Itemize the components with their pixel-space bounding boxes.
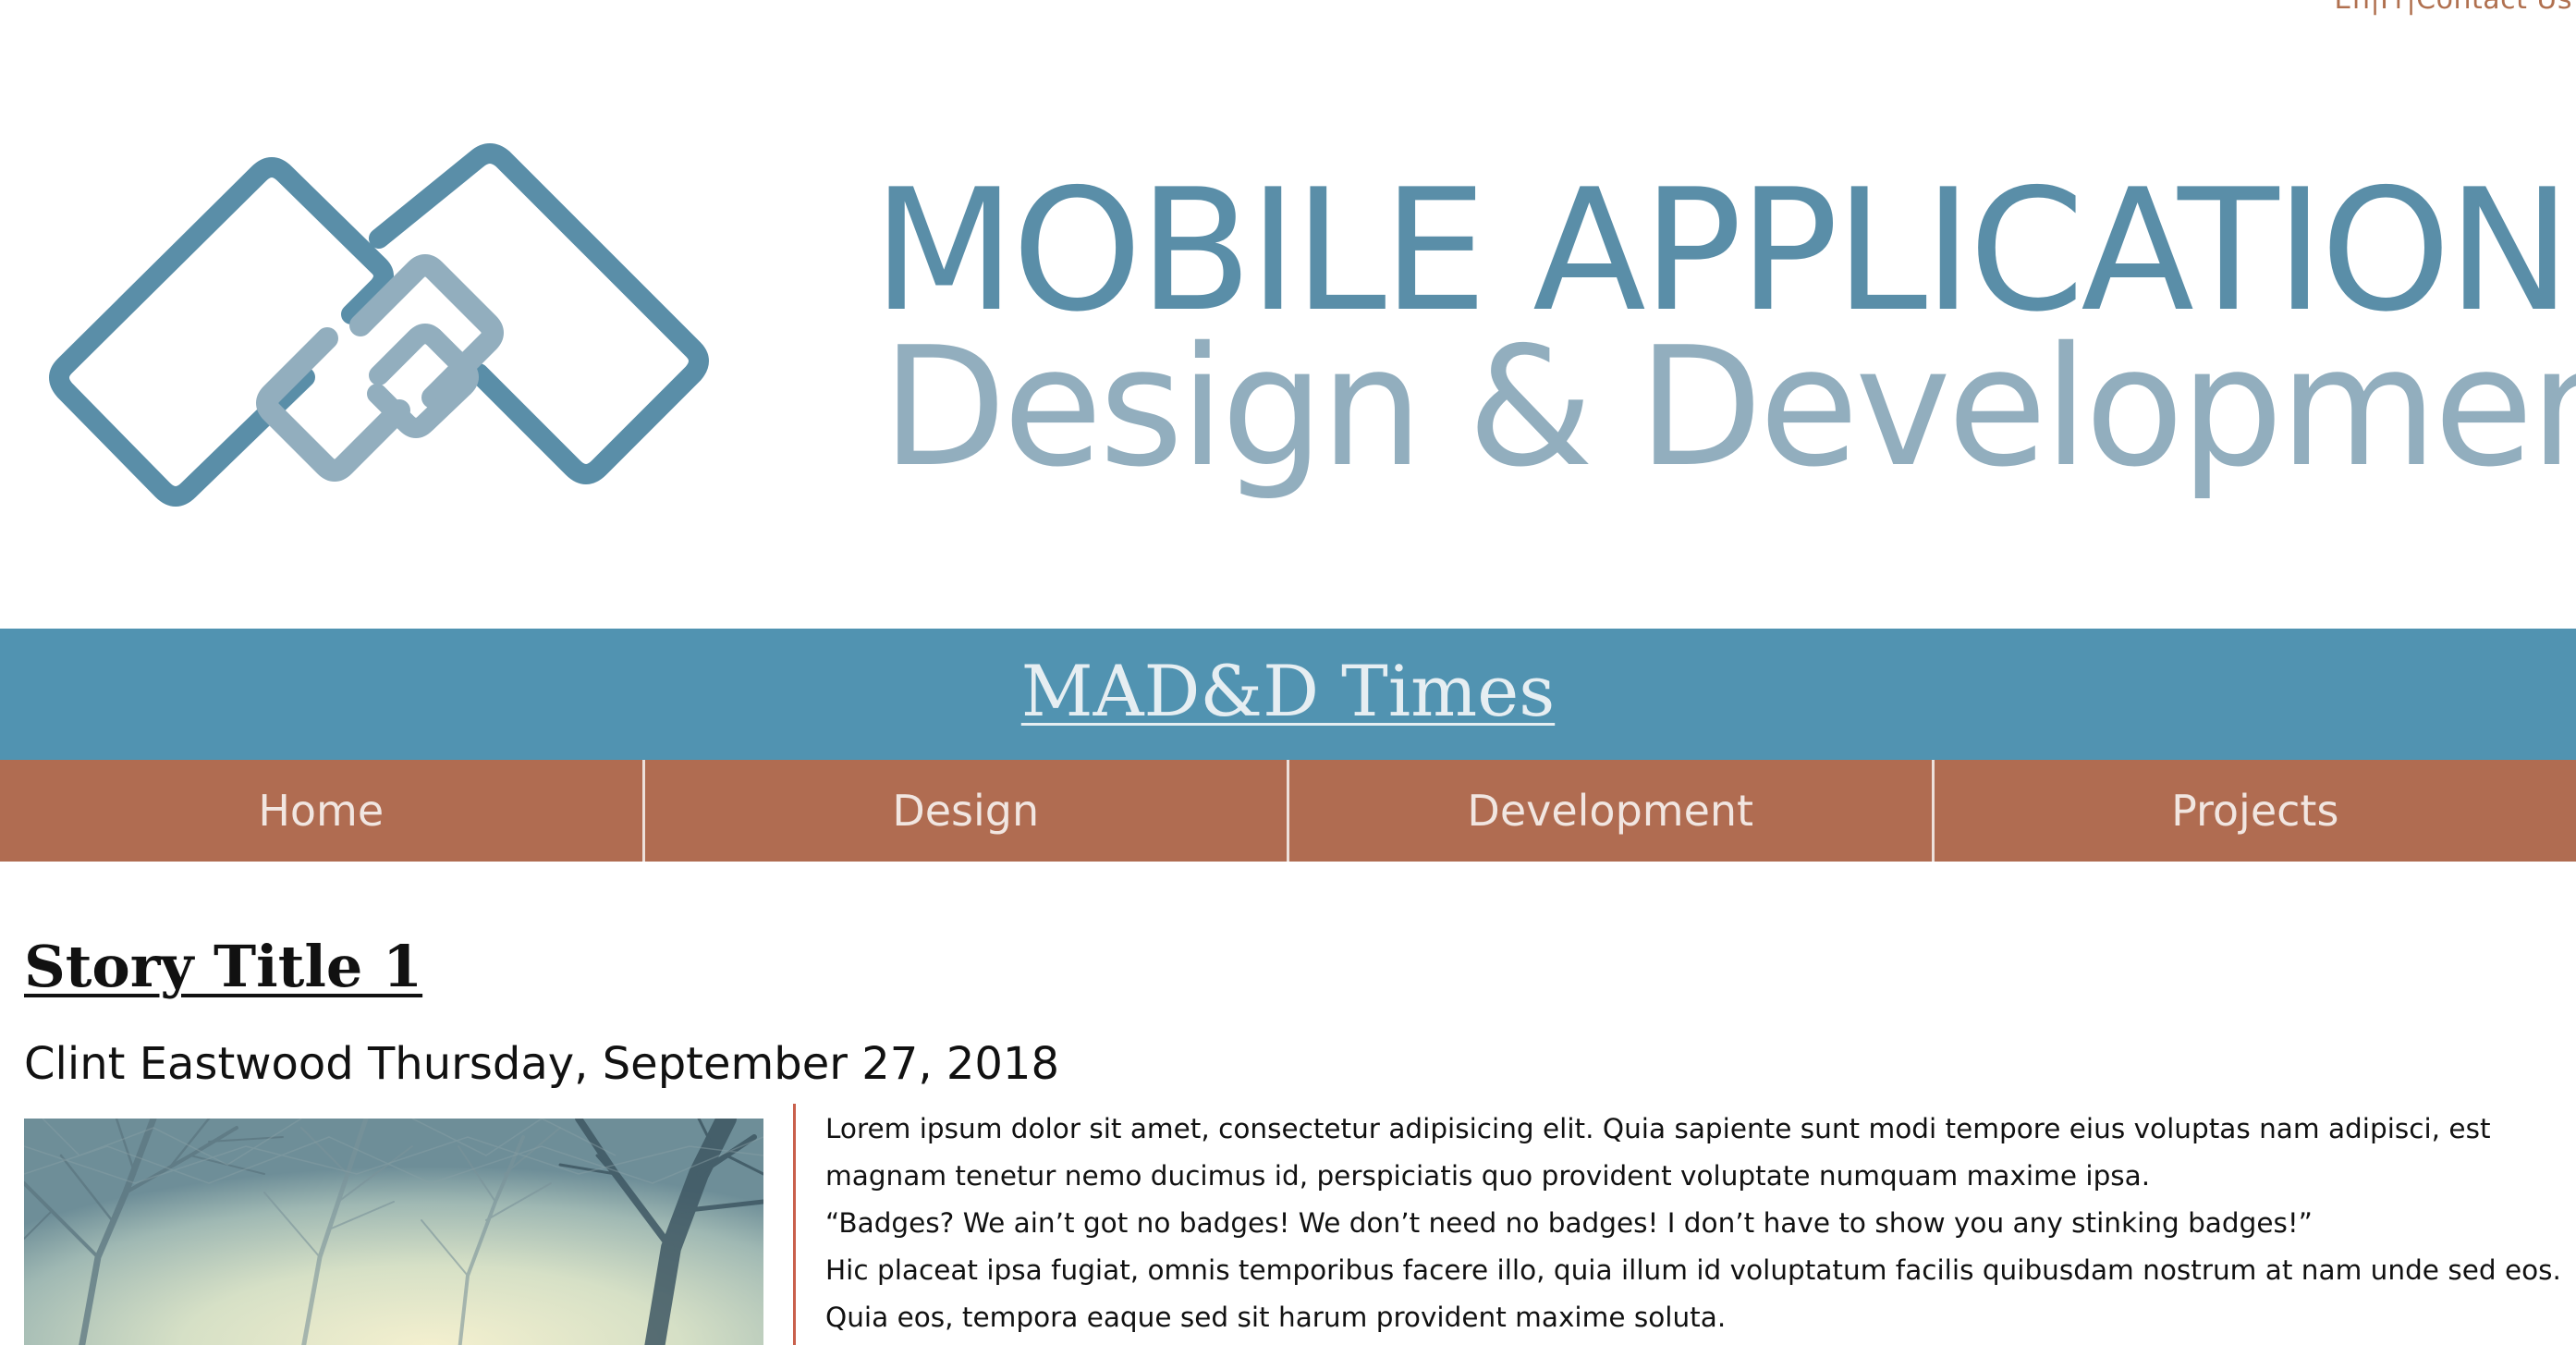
story-paragraph: Lorem ipsum dolor sit amet, consectetur … (825, 1113, 2491, 1192)
nav-item-design[interactable]: Design (645, 760, 1289, 862)
nav-item-development[interactable]: Development (1289, 760, 1935, 862)
page: En|Fr|Contact Us MOBILE APPLICATION Desi… (0, 0, 2576, 1345)
main-nav: Home Design Development Projects (0, 760, 2576, 862)
logo-icon (49, 143, 709, 507)
site-title-bar: MAD&D Times (0, 629, 2576, 760)
story-body: Lorem ipsum dolor sit amet, consectetur … (825, 1106, 2563, 1341)
nav-item-projects[interactable]: Projects (1935, 760, 2576, 862)
story-title-link[interactable]: Story Title 1 (24, 930, 422, 1004)
foggy-trees-image (24, 1119, 763, 1345)
story-paragraph: Hic placeat ipsa fugiat, omnis temporibu… (825, 1254, 2561, 1333)
brand-line-primary: MOBILE APPLICATION (873, 153, 2571, 348)
site-title-link[interactable]: MAD&D Times (1021, 647, 1555, 736)
article-divider (793, 1104, 796, 1345)
story-image (24, 1119, 763, 1345)
brand-line-secondary: Design & Development (882, 312, 2576, 503)
story-quote: “Badges? We ain’t got no badges! We don’… (825, 1207, 2313, 1239)
story-byline: Clint Eastwood Thursday, September 27, 2… (24, 1038, 1060, 1090)
site-banner: MOBILE APPLICATION Design & Development (0, 0, 2576, 629)
nav-item-home[interactable]: Home (0, 760, 645, 862)
